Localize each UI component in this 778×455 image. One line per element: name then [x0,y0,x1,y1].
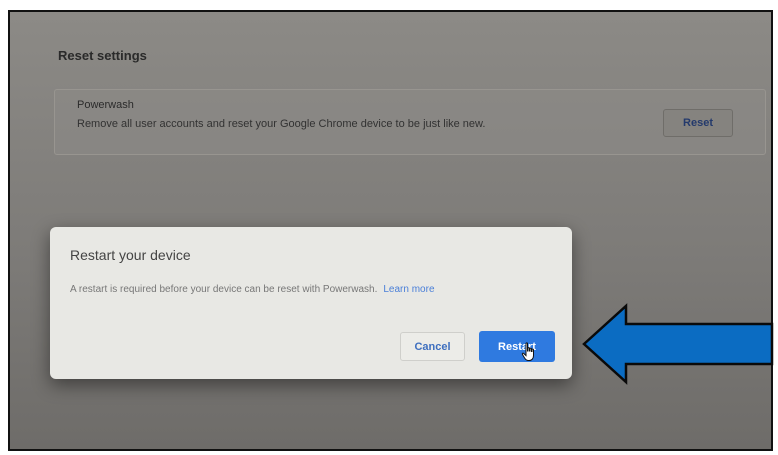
section-title: Reset settings [58,48,147,63]
powerwash-description: Remove all user accounts and reset your … [77,118,486,130]
reset-button[interactable]: Reset [663,109,733,137]
restart-dialog: Restart your device A restart is require… [50,227,572,379]
cancel-button[interactable]: Cancel [400,332,465,361]
dialog-body: A restart is required before your device… [70,284,435,295]
hand-pointer-icon [521,342,534,361]
restart-button[interactable]: Restart [479,331,555,362]
arrow-left-icon [582,303,774,385]
powerwash-title: Powerwash [77,99,134,111]
dialog-body-text: A restart is required before your device… [70,284,378,295]
learn-more-link[interactable]: Learn more [383,284,434,295]
screenshot-frame: Reset settings Powerwash Remove all user… [0,0,778,455]
dialog-title: Restart your device [70,247,191,263]
powerwash-card: Powerwash Remove all user accounts and r… [54,89,766,155]
